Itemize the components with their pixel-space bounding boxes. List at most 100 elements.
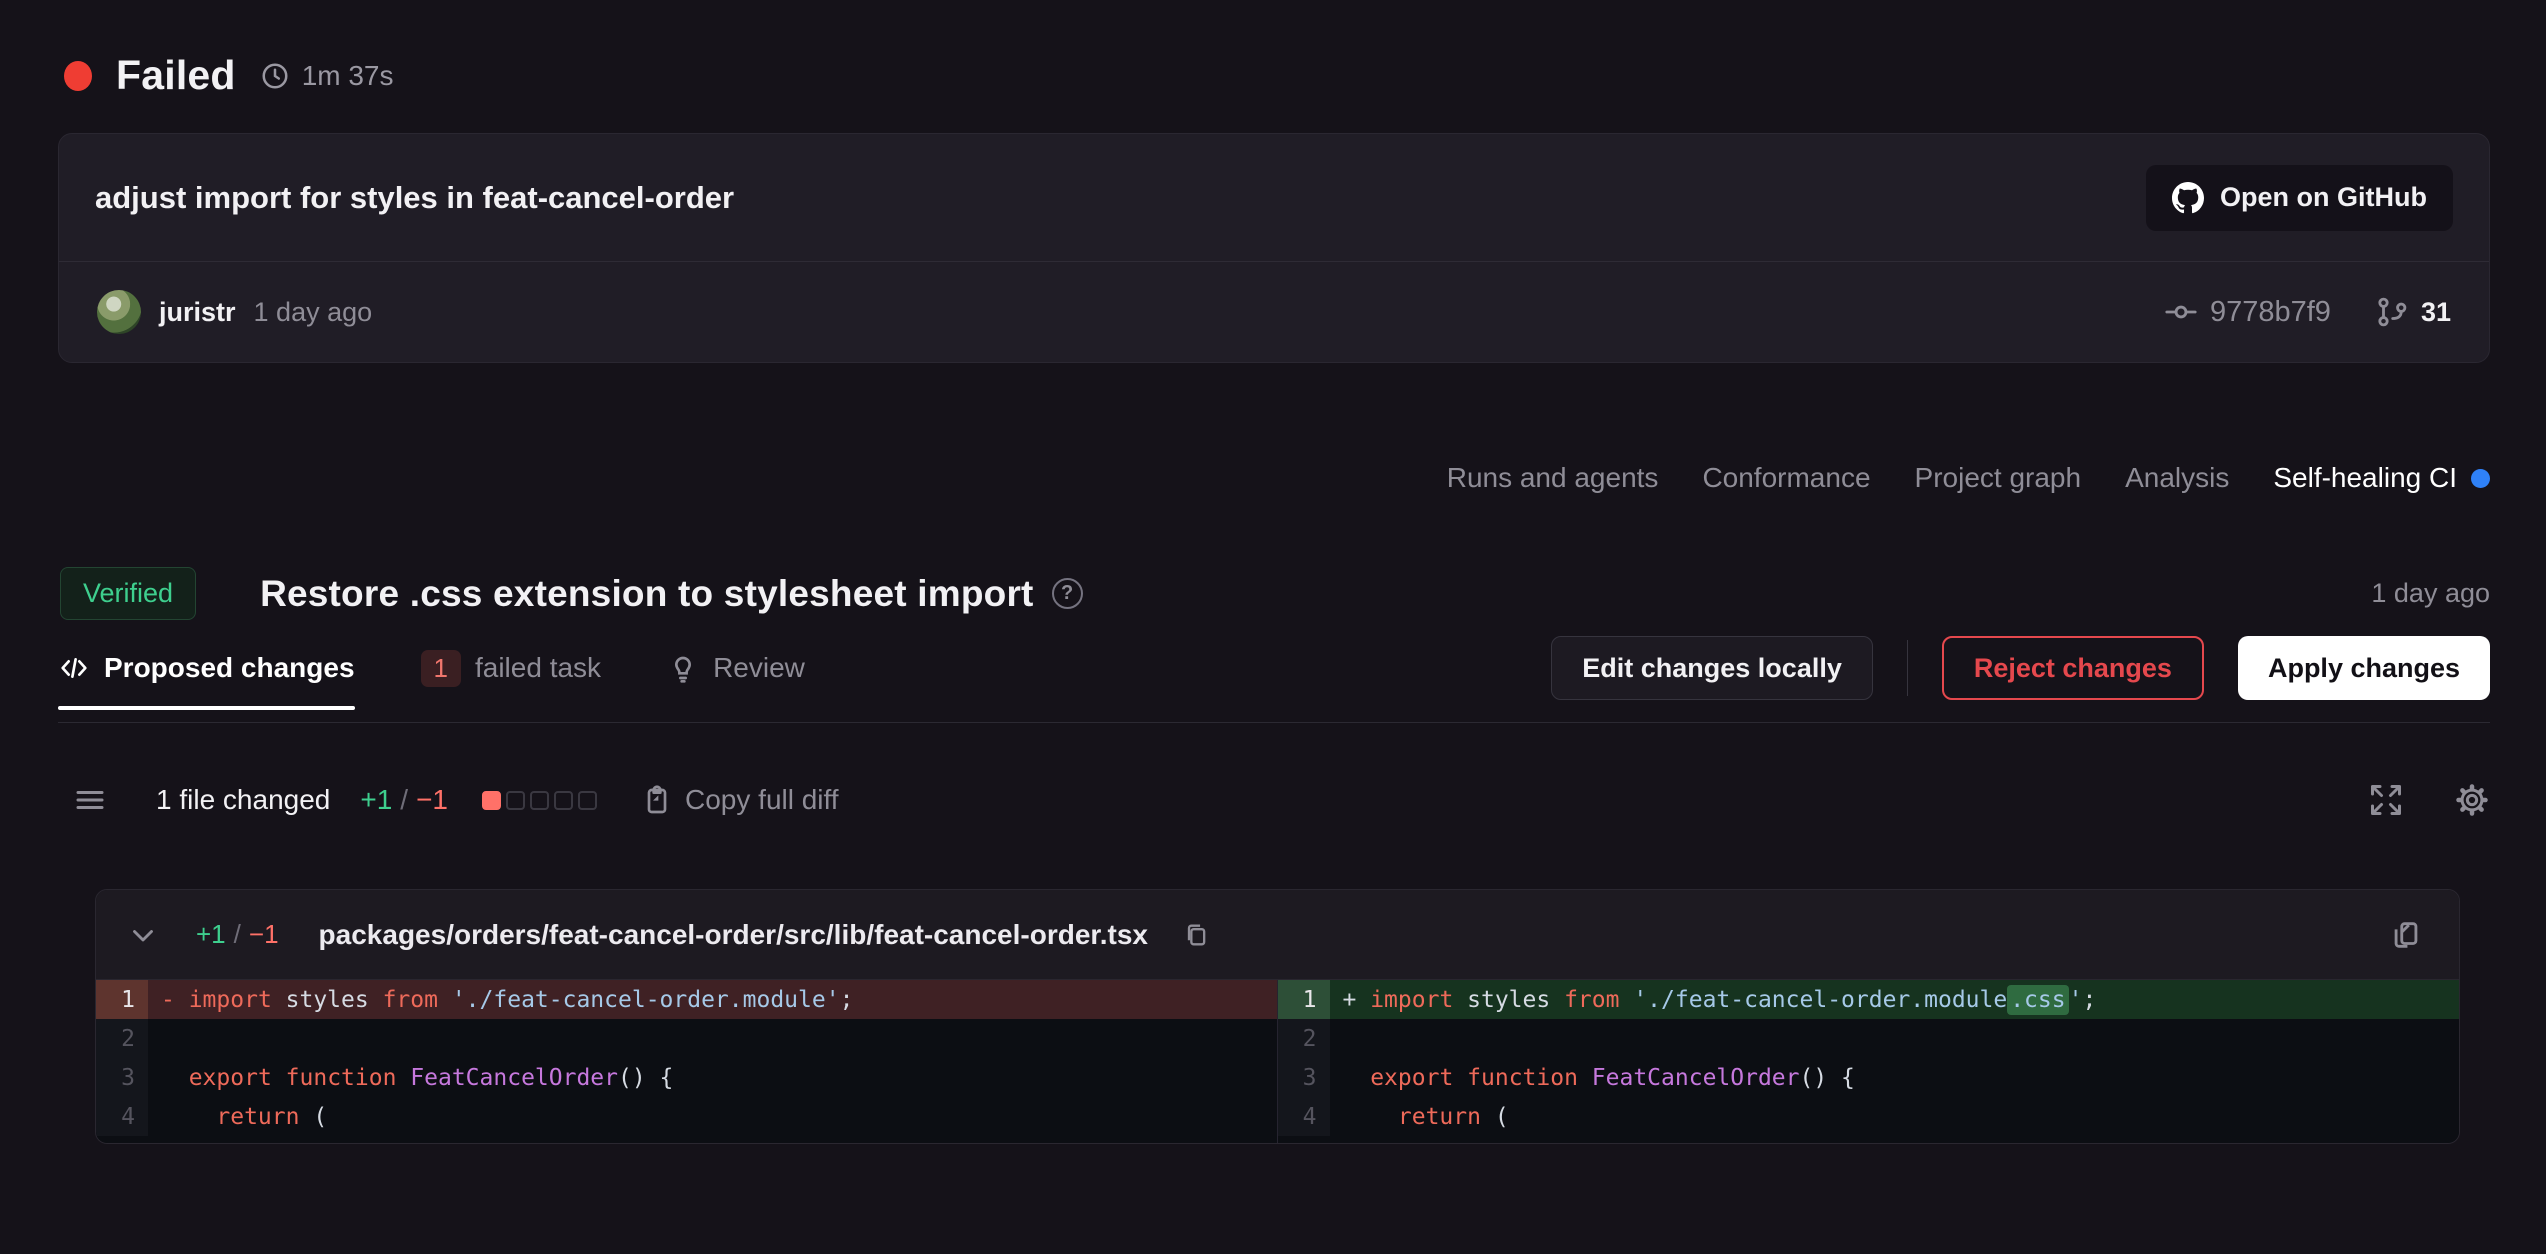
code-line: 3 export function FeatCancelOrder() { <box>96 1058 1277 1097</box>
code-line: 4 return ( <box>96 1097 1277 1136</box>
diff-card: +1 / −1 packages/orders/feat-cancel-orde… <box>95 889 2460 1144</box>
commit-time: 1 day ago <box>254 297 373 328</box>
nav-project-graph[interactable]: Project graph <box>1915 462 2082 494</box>
tab-review[interactable]: Review <box>667 652 805 684</box>
github-icon <box>2172 182 2204 214</box>
copy-path-icon[interactable] <box>1182 921 1210 949</box>
diffstat-block <box>554 791 573 810</box>
run-duration-text: 1m 37s <box>302 60 394 92</box>
page: Failed 1m 37s adjust import for styles i… <box>0 0 2546 1144</box>
line-number: 3 <box>96 1058 148 1097</box>
author-name: juristr <box>159 297 236 328</box>
commit-author: juristr 1 day ago <box>97 290 372 334</box>
gear-icon[interactable] <box>2454 782 2490 818</box>
clock-icon <box>260 61 290 91</box>
reject-changes-button[interactable]: Reject changes <box>1942 636 2204 700</box>
code-line: 4 return ( <box>1278 1097 2460 1136</box>
edit-changes-locally-button[interactable]: Edit changes locally <box>1551 636 1873 700</box>
git-commit-icon <box>2164 295 2198 329</box>
diff-file-header: +1 / −1 packages/orders/feat-cancel-orde… <box>96 890 2459 980</box>
open-on-github-label: Open on GitHub <box>2220 182 2427 213</box>
file-stats-slash: / <box>234 919 241 950</box>
code-content: - import styles from './feat-cancel-orde… <box>148 980 1277 1019</box>
files-changed-label: 1 file changed <box>156 784 330 816</box>
diff-toolbar-right <box>2368 782 2490 818</box>
verified-badge: Verified <box>60 567 196 620</box>
line-number: 1 <box>96 980 148 1019</box>
commit-sha: 9778b7f9 <box>2210 296 2331 329</box>
code-content: export function FeatCancelOrder() { <box>148 1058 1277 1097</box>
deletions-count: −1 <box>416 784 448 816</box>
diff-pane-after[interactable]: 1+ import styles from './feat-cancel-ord… <box>1278 980 2460 1143</box>
author-avatar[interactable] <box>97 290 141 334</box>
tab-proposed-changes[interactable]: Proposed changes <box>58 652 355 684</box>
diffstat-block <box>578 791 597 810</box>
diff-toolbar: 1 file changed +1 / −1 Copy full diff <box>58 765 2490 835</box>
code-content: return ( <box>148 1097 1277 1136</box>
fullscreen-icon[interactable] <box>2368 782 2404 818</box>
code-content: return ( <box>1330 1097 2460 1136</box>
fix-header: Verified Restore .css extension to style… <box>58 505 2490 620</box>
commit-sha-group[interactable]: 9778b7f9 <box>2164 295 2331 329</box>
tab-review-label: Review <box>713 652 805 684</box>
line-number: 3 <box>1278 1058 1330 1097</box>
open-on-github-button[interactable]: Open on GitHub <box>2146 165 2453 231</box>
line-number: 4 <box>96 1097 148 1136</box>
line-number: 2 <box>96 1019 148 1058</box>
git-compare-icon <box>2375 295 2409 329</box>
additions-count: +1 <box>360 784 392 816</box>
commit-message: adjust import for styles in feat-cancel-… <box>95 180 734 216</box>
copy-full-diff-button[interactable]: Copy full diff <box>641 784 839 816</box>
code-line: 2 <box>1278 1019 2460 1058</box>
commit-card-meta-row: juristr 1 day ago 9778b7f9 <box>59 262 2489 362</box>
help-icon[interactable]: ? <box>1052 578 1083 609</box>
code-line: 1- import styles from './feat-cancel-ord… <box>96 980 1277 1019</box>
line-number: 1 <box>1278 980 1330 1019</box>
tab-failed-task[interactable]: 1 failed task <box>421 650 602 687</box>
fix-title: Restore .css extension to stylesheet imp… <box>260 573 1034 615</box>
fix-actions: Edit changes locally Reject changes Appl… <box>1551 636 2490 700</box>
code-content: + import styles from './feat-cancel-orde… <box>1330 980 2460 1019</box>
code-content: export function FeatCancelOrder() { <box>1330 1058 2460 1097</box>
diff-file-stats: +1 / −1 <box>196 919 279 950</box>
nav-runs-and-agents[interactable]: Runs and agents <box>1447 462 1659 494</box>
diffstat-block <box>530 791 549 810</box>
line-number: 4 <box>1278 1097 1330 1136</box>
nav-conformance[interactable]: Conformance <box>1702 462 1870 494</box>
run-duration: 1m 37s <box>260 60 394 92</box>
commit-card: adjust import for styles in feat-cancel-… <box>58 133 2490 363</box>
tab-proposed-changes-label: Proposed changes <box>104 652 355 684</box>
chevron-down-icon[interactable] <box>126 918 160 952</box>
nav-analysis[interactable]: Analysis <box>2125 462 2229 494</box>
fix-tabs-row: Proposed changes 1 failed task Review Ed… <box>58 636 2490 723</box>
code-line: 2 <box>96 1019 1277 1058</box>
file-deletions: −1 <box>249 919 279 950</box>
actions-divider <box>1907 640 1908 696</box>
clipboard-icon <box>641 784 673 816</box>
tab-failed-task-label: failed task <box>475 652 601 684</box>
file-list-menu-icon[interactable] <box>72 782 108 818</box>
apply-changes-button[interactable]: Apply changes <box>2238 636 2490 700</box>
copy-file-diff-icon[interactable] <box>2389 918 2423 952</box>
code-content <box>1330 1019 2460 1058</box>
nav-self-healing-ci[interactable]: Self-healing CI <box>2273 462 2490 494</box>
diff-toolbar-left: 1 file changed +1 / −1 Copy full diff <box>72 782 839 818</box>
diffstat: +1 / −1 <box>360 784 448 816</box>
branch-count-group[interactable]: 31 <box>2375 295 2451 329</box>
run-status-header: Failed 1m 37s <box>58 0 2490 133</box>
diffstat-slash: / <box>400 784 408 816</box>
line-number: 2 <box>1278 1019 1330 1058</box>
code-content <box>148 1019 1277 1058</box>
branch-count: 31 <box>2421 297 2451 328</box>
copy-full-diff-label: Copy full diff <box>685 784 839 816</box>
failed-status-dot <box>64 61 92 91</box>
diffstat-blocks <box>482 791 597 810</box>
lightbulb-icon <box>667 652 699 684</box>
code-icon <box>58 652 90 684</box>
diff-pane-before[interactable]: 1- import styles from './feat-cancel-ord… <box>96 980 1278 1143</box>
diffstat-block <box>482 791 501 810</box>
code-line: 3 export function FeatCancelOrder() { <box>1278 1058 2460 1097</box>
nav-self-healing-ci-label: Self-healing CI <box>2273 462 2457 494</box>
file-additions: +1 <box>196 919 226 950</box>
diff-split-view: 1- import styles from './feat-cancel-ord… <box>96 980 2459 1143</box>
